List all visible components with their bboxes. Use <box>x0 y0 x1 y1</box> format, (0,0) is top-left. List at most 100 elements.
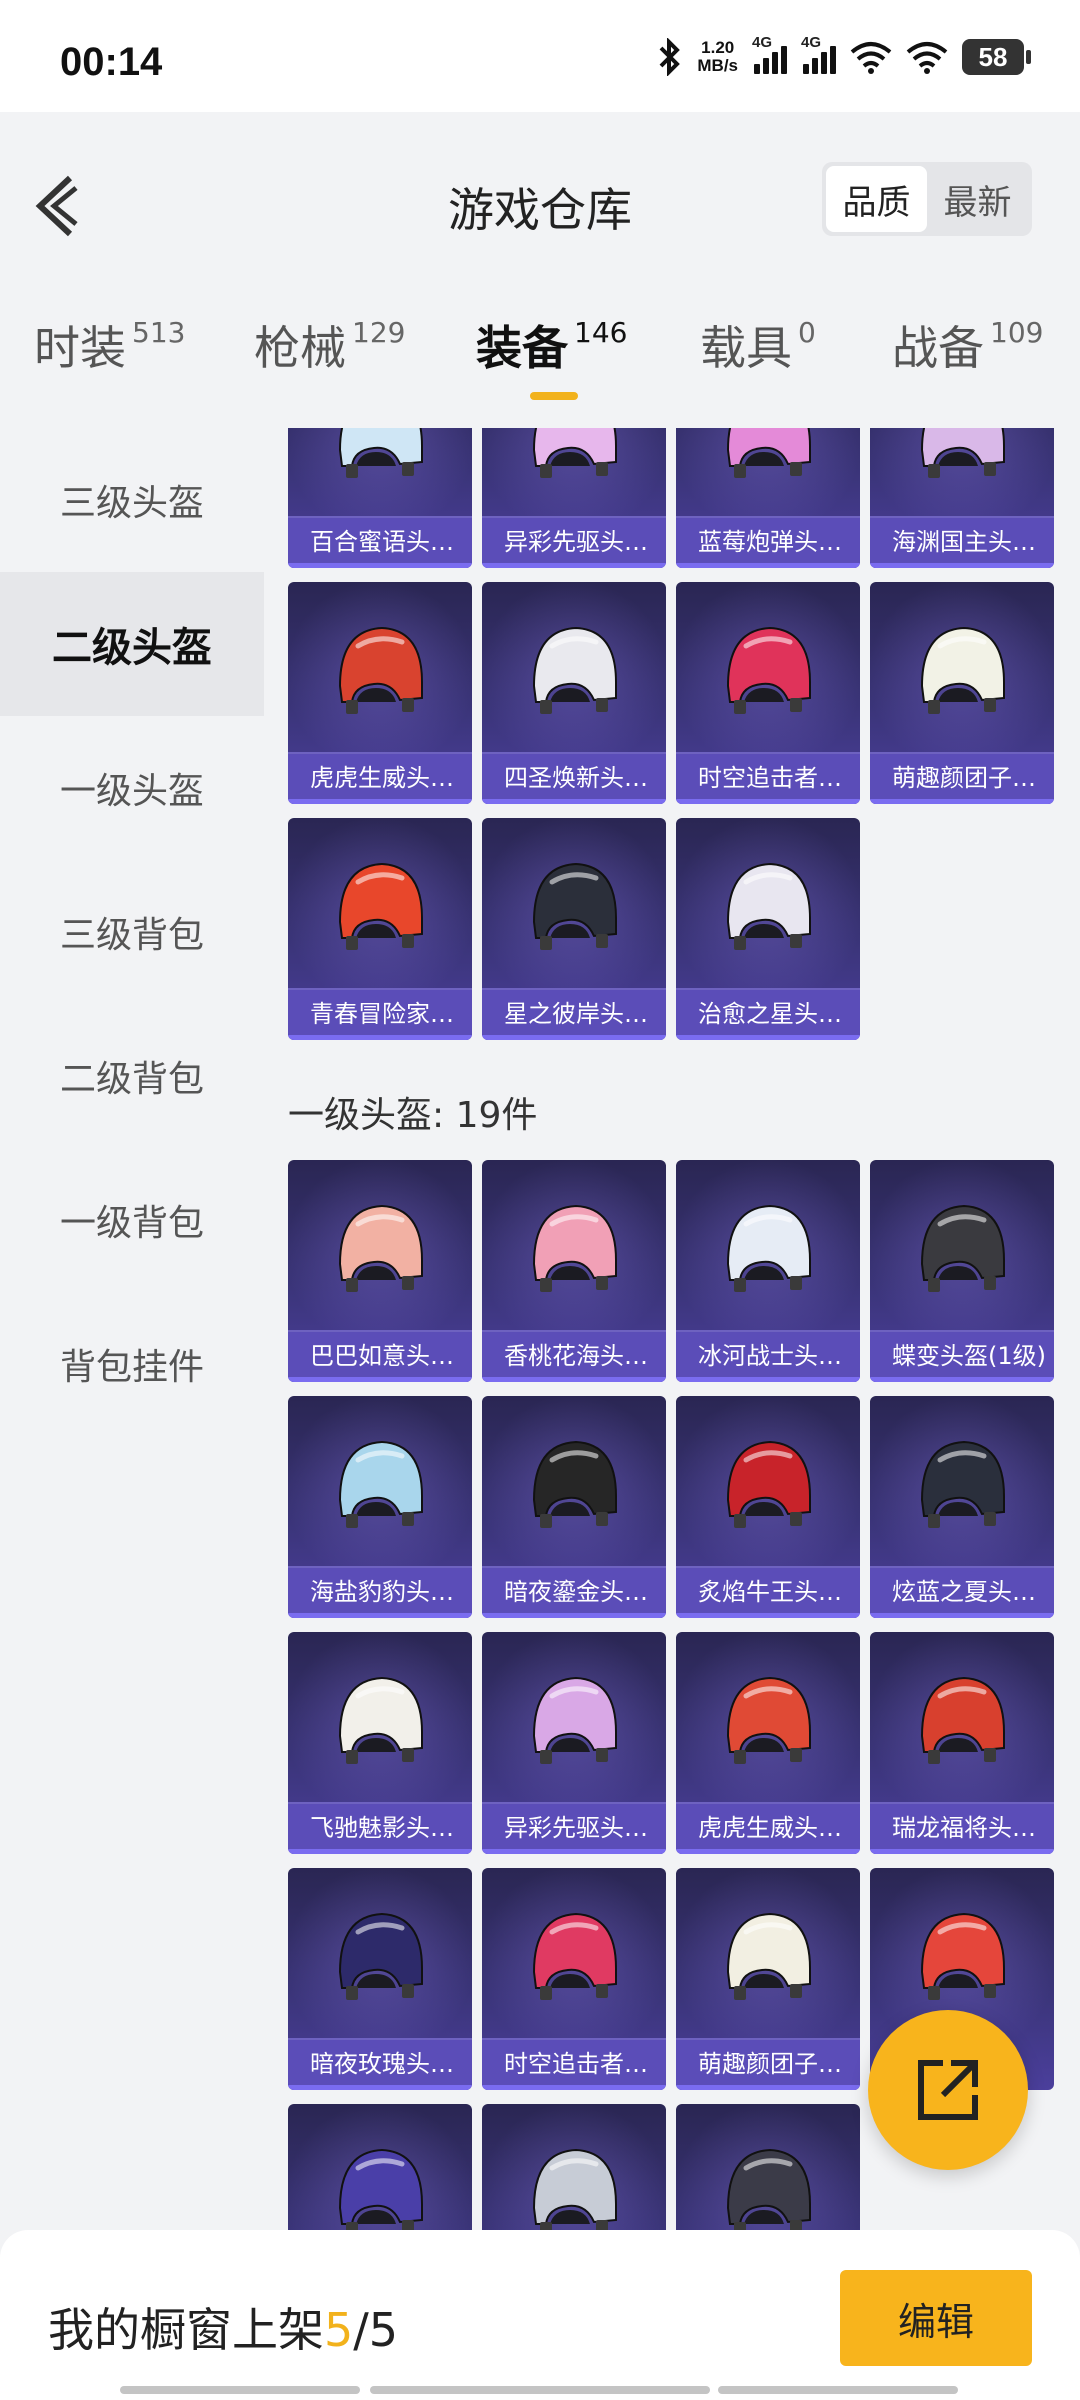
item-name: 海盐豹豹头… <box>288 1566 472 1618</box>
item-card[interactable]: 异彩先驱头… <box>482 1632 666 1854</box>
helmet-icon <box>524 616 624 726</box>
item-name: 萌趣颜团子… <box>676 2038 860 2090</box>
helmet-icon <box>718 1430 818 1540</box>
item-card[interactable]: 四圣焕新头… <box>482 582 666 804</box>
edit-button[interactable]: 编辑 <box>840 2270 1032 2366</box>
showcase-status: 我的橱窗上架5/5 <box>48 2303 399 2357</box>
card-divider <box>676 799 860 804</box>
helmet-icon <box>330 1430 430 1540</box>
card-divider <box>870 1613 1054 1618</box>
item-name: 炫蓝之夏头… <box>870 1566 1054 1618</box>
card-divider <box>288 1035 472 1040</box>
item-card[interactable]: 虎虎生威头… <box>676 1632 860 1854</box>
item-name: 虎虎生威头… <box>288 752 472 804</box>
item-card[interactable]: 青春冒险家… <box>288 818 472 1040</box>
sidebar-item-backpack-charm[interactable]: 背包挂件 <box>0 1292 264 1436</box>
item-card[interactable]: 时空追击者… <box>482 1868 666 2090</box>
helmet-icon <box>330 1194 430 1304</box>
sidebar-item-level3-helmet[interactable]: 三级头盔 <box>0 428 264 572</box>
item-name: 暗夜鎏金头… <box>482 1566 666 1618</box>
helmet-icon <box>330 1902 430 2012</box>
helmet-icon <box>912 616 1012 726</box>
status-bar: 00:14 1.20 MB/s 4G 4G 58 <box>0 0 1080 112</box>
item-card[interactable]: 蓝莓炮弹头… <box>676 428 860 568</box>
item-card[interactable]: 炫蓝之夏头… <box>870 1396 1054 1618</box>
item-card[interactable]: 飞驰魅影头… <box>288 1632 472 1854</box>
share-icon <box>918 2060 978 2120</box>
item-name: 异彩先驱头… <box>482 1802 666 1854</box>
helmet-icon <box>330 616 430 726</box>
item-card[interactable]: 治愈之星头… <box>676 818 860 1040</box>
card-divider <box>870 563 1054 568</box>
status-icons: 1.20 MB/s 4G 4G 58 <box>657 34 1031 76</box>
item-name: 四圣焕新头… <box>482 752 666 804</box>
tab-fashion[interactable]: 时装 513 <box>34 312 185 402</box>
item-card[interactable]: 炙焰牛王头… <box>676 1396 860 1618</box>
card-divider <box>482 2085 666 2090</box>
item-card[interactable]: 香桃花海头… <box>482 1160 666 1382</box>
tab-equipment[interactable]: 装备 146 <box>476 312 627 402</box>
item-card[interactable]: 虎虎生威头… <box>288 582 472 804</box>
helmet-icon <box>718 616 818 726</box>
card-divider <box>676 1849 860 1854</box>
item-card[interactable]: 萌趣颜团子… <box>676 1868 860 2090</box>
tab-supplies[interactable]: 战备 109 <box>892 312 1043 402</box>
tab-guns[interactable]: 枪械 129 <box>254 312 405 402</box>
card-divider <box>870 799 1054 804</box>
wifi-icon <box>850 42 892 74</box>
item-card[interactable]: 蝶变头盔(1级) <box>870 1160 1054 1382</box>
card-divider <box>288 2085 472 2090</box>
item-card[interactable]: 异彩先驱头… <box>482 428 666 568</box>
helmet-icon <box>330 428 430 490</box>
item-card[interactable]: 暗夜玫瑰头… <box>288 1868 472 2090</box>
helmet-icon <box>718 1902 818 2012</box>
sidebar-item-level2-helmet[interactable]: 二级头盔 <box>0 572 264 716</box>
item-card[interactable]: 萌趣颜团子… <box>870 582 1054 804</box>
item-name: 治愈之星头… <box>676 988 860 1040</box>
sidebar-item-level1-helmet[interactable]: 一级头盔 <box>0 716 264 860</box>
card-divider <box>482 799 666 804</box>
sidebar-item-level2-backpack[interactable]: 二级背包 <box>0 1004 264 1148</box>
sort-newest-option[interactable]: 最新 <box>927 166 1028 232</box>
item-card[interactable]: 冰河战士头… <box>676 1160 860 1382</box>
item-card[interactable]: 星之彼岸头… <box>482 818 666 1040</box>
sidebar-item-level1-backpack[interactable]: 一级背包 <box>0 1148 264 1292</box>
helmet-icon <box>524 1194 624 1304</box>
battery-icon: 58 <box>962 39 1031 75</box>
helmet-icon <box>718 1194 818 1304</box>
helmet-icon <box>912 428 1012 490</box>
sidebar: 三级头盔 二级头盔 一级头盔 三级背包 二级背包 一级背包 背包挂件 <box>0 428 264 2230</box>
item-card[interactable]: 百合蜜语头… <box>288 428 472 568</box>
helmet-icon <box>330 1666 430 1776</box>
item-card[interactable] <box>482 2104 666 2230</box>
network-speed: 1.20 MB/s <box>697 38 738 75</box>
tab-vehicles[interactable]: 载具 0 <box>700 312 816 402</box>
card-divider <box>482 563 666 568</box>
helmet-icon <box>912 1666 1012 1776</box>
sidebar-item-level3-backpack[interactable]: 三级背包 <box>0 860 264 1004</box>
item-card[interactable]: 海盐豹豹头… <box>288 1396 472 1618</box>
item-name: 星之彼岸头… <box>482 988 666 1040</box>
share-button[interactable] <box>868 2010 1028 2170</box>
helmet-icon <box>912 1430 1012 1540</box>
item-name: 时空追击者… <box>482 2038 666 2090</box>
item-name: 蓝莓炮弹头… <box>676 516 860 568</box>
item-name: 瑞龙福将头… <box>870 1802 1054 1854</box>
item-name: 萌趣颜团子… <box>870 752 1054 804</box>
item-card[interactable]: 巴巴如意头… <box>288 1160 472 1382</box>
card-divider <box>676 1613 860 1618</box>
sort-quality-option[interactable]: 品质 <box>826 166 927 232</box>
item-card[interactable] <box>676 2104 860 2230</box>
item-name: 虎虎生威头… <box>676 1802 860 1854</box>
item-card[interactable]: 海渊国主头… <box>870 428 1054 568</box>
gesture-bar-center <box>370 2386 710 2394</box>
section-title-level1-helmet: 一级头盔: 19件 <box>288 1095 538 1136</box>
helmet-icon <box>524 852 624 962</box>
item-card[interactable]: 瑞龙福将头… <box>870 1632 1054 1854</box>
card-divider <box>870 1377 1054 1382</box>
item-card[interactable] <box>288 2104 472 2230</box>
item-card[interactable]: 时空追击者… <box>676 582 860 804</box>
item-name: 百合蜜语头… <box>288 516 472 568</box>
card-divider <box>676 2085 860 2090</box>
item-card[interactable]: 暗夜鎏金头… <box>482 1396 666 1618</box>
